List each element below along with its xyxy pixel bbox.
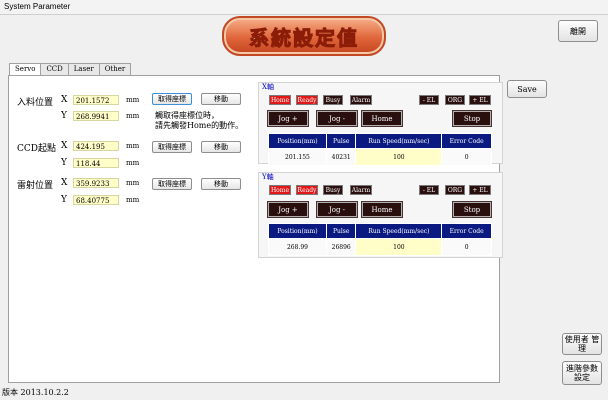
window-titlebar: System Parameter xyxy=(0,0,608,15)
x-label: X xyxy=(61,178,68,188)
y-pulse-value: 26896 xyxy=(325,238,357,256)
feed-get-coord-button[interactable]: 取得座標 xyxy=(152,93,192,105)
x-error-code-value: 0 xyxy=(441,148,492,166)
x-axis-title: X軸 xyxy=(262,83,274,91)
home-note: 觸取得座標位時， 請先觸發Home的動作。 xyxy=(155,111,243,131)
unit-label: mm xyxy=(126,159,140,167)
note-line: 觸取得座標位時， xyxy=(155,111,219,120)
x-limit-minus-el: - EL xyxy=(419,95,439,105)
x-status-home: Home xyxy=(269,95,291,105)
y-label: Y xyxy=(61,195,67,205)
y-jog-plus-button[interactable]: Jog + xyxy=(268,202,308,217)
tab-other[interactable]: Other xyxy=(98,63,132,75)
x-status-ready: Ready xyxy=(296,95,318,105)
col-pulse: Pulse xyxy=(325,223,357,239)
y-jog-minus-button[interactable]: Jog - xyxy=(317,202,357,217)
banner-text: 系統設定值 xyxy=(249,25,359,50)
unit-label: mm xyxy=(126,112,140,120)
y-error-code-value: 0 xyxy=(441,238,492,256)
x-status-alarm: Alarm xyxy=(350,95,372,105)
save-button[interactable]: Save xyxy=(507,80,547,98)
y-axis-title: Y軸 xyxy=(262,173,274,181)
x-axis-table: Position(mm) Pulse Run Speed(mm/sec) Err… xyxy=(268,133,492,166)
x-label: X xyxy=(61,95,68,105)
col-error-code: Error Code xyxy=(441,223,492,239)
x-stop-button[interactable]: Stop xyxy=(453,111,491,126)
position-label: 入料位置 xyxy=(17,98,54,108)
note-line: 請先觸發Home的動作。 xyxy=(155,121,244,130)
ccd-get-coord-button[interactable]: 取得座標 xyxy=(152,141,192,153)
col-pulse: Pulse xyxy=(325,133,357,149)
x-position-value: 201.155 xyxy=(268,148,327,166)
position-label: CCD起點 xyxy=(17,144,56,154)
advanced-settings-button[interactable]: 進階參數 設定 xyxy=(562,361,602,385)
col-run-speed: Run Speed(mm/sec) xyxy=(355,133,443,149)
y-status-alarm: Alarm xyxy=(350,185,372,195)
laser-get-coord-button[interactable]: 取得座標 xyxy=(152,178,192,190)
y-status-ready: Ready xyxy=(296,185,318,195)
y-limit-plus-el: + EL xyxy=(469,185,491,195)
y-status-busy: Busy xyxy=(323,185,343,195)
position-label: 雷射位置 xyxy=(17,181,54,191)
x-home-button[interactable]: Home xyxy=(362,111,402,126)
ccd-x-field[interactable]: 424.195 xyxy=(73,141,119,151)
y-run-speed-field[interactable]: 100 xyxy=(355,238,443,256)
laser-x-field[interactable]: 359.9233 xyxy=(73,178,119,188)
user-management-button[interactable]: 使用者 管理 xyxy=(562,333,602,355)
x-label: X xyxy=(61,141,68,151)
col-position: Position(mm) xyxy=(268,133,327,149)
x-status-busy: Busy xyxy=(323,95,343,105)
unit-label: mm xyxy=(126,179,140,187)
tab-bar: Servo CCD Laser Other xyxy=(9,63,132,76)
y-limit-org: ORG xyxy=(445,185,465,195)
version-label: 版本 2013.10.2.2 xyxy=(2,388,69,397)
feed-move-button[interactable]: 移動 xyxy=(201,93,241,105)
unit-label: mm xyxy=(126,196,140,204)
y-axis-table: Position(mm) Pulse Run Speed(mm/sec) Err… xyxy=(268,223,492,256)
x-run-speed-field[interactable]: 100 xyxy=(355,148,443,166)
x-pulse-value: 40231 xyxy=(325,148,357,166)
laser-move-button[interactable]: 移動 xyxy=(201,178,241,190)
laser-y-field[interactable]: 68.40775 xyxy=(73,195,119,205)
y-limit-minus-el: - EL xyxy=(419,185,439,195)
y-label: Y xyxy=(61,111,67,121)
x-limit-org: ORG xyxy=(445,95,465,105)
close-button[interactable]: 離開 xyxy=(558,20,598,42)
window-title: System Parameter xyxy=(4,2,71,11)
x-jog-plus-button[interactable]: Jog + xyxy=(268,111,308,126)
y-position-value: 268.99 xyxy=(268,238,327,256)
col-run-speed: Run Speed(mm/sec) xyxy=(355,223,443,239)
col-error-code: Error Code xyxy=(441,133,492,149)
y-stop-button[interactable]: Stop xyxy=(453,202,491,217)
ccd-move-button[interactable]: 移動 xyxy=(201,141,241,153)
x-limit-plus-el: + EL xyxy=(469,95,491,105)
unit-label: mm xyxy=(126,142,140,150)
tab-ccd[interactable]: CCD xyxy=(40,63,69,75)
feed-y-field[interactable]: 268.9941 xyxy=(73,111,119,121)
page-banner: 系統設定值 xyxy=(222,16,386,56)
col-position: Position(mm) xyxy=(268,223,327,239)
y-status-home: Home xyxy=(269,185,291,195)
y-home-button[interactable]: Home xyxy=(362,202,402,217)
ccd-y-field[interactable]: 118.44 xyxy=(73,158,119,168)
feed-x-field[interactable]: 201.1572 xyxy=(73,95,119,105)
tab-laser[interactable]: Laser xyxy=(67,63,100,75)
unit-label: mm xyxy=(126,96,140,104)
y-label: Y xyxy=(61,158,67,168)
x-jog-minus-button[interactable]: Jog - xyxy=(317,111,357,126)
